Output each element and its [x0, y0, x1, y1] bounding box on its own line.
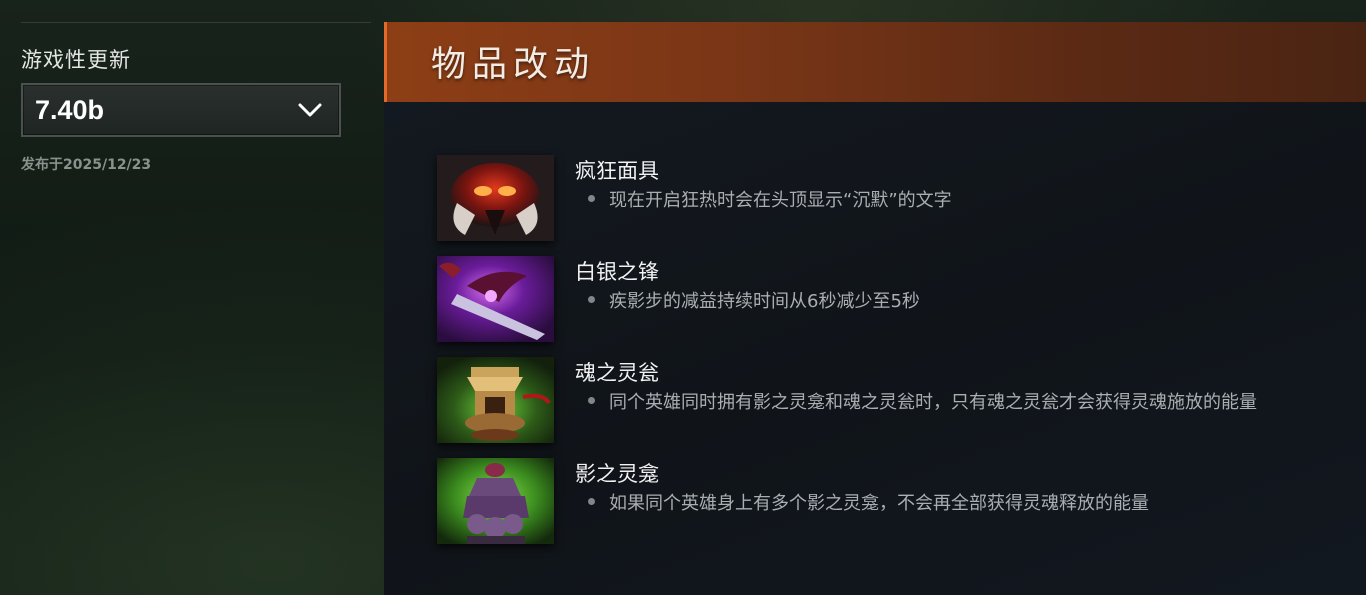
item-list: 疯狂面具 现在开启狂热时会在头顶显示“沉默”的文字 白银之锋 疾影步的减益持续时…: [437, 155, 1357, 559]
bullet-icon: [588, 498, 595, 505]
section-header: 物品改动: [384, 22, 1366, 102]
bullet-icon: [588, 397, 595, 404]
version-dropdown[interactable]: 7.40b: [21, 83, 341, 137]
item-name: 魂之灵瓮: [575, 361, 659, 385]
sidebar-divider: [21, 22, 371, 23]
item-note: 疾影步的减益持续时间从6秒减少至5秒: [609, 291, 920, 312]
mask-of-madness-icon[interactable]: [437, 155, 554, 241]
release-date: 发布于2025/12/23: [21, 157, 152, 173]
sidebar-heading: 游戏性更新: [21, 48, 131, 72]
version-value: 7.40b: [35, 95, 105, 125]
list-item: 白银之锋 疾影步的减益持续时间从6秒减少至5秒: [437, 256, 1357, 357]
bullet-icon: [588, 296, 595, 303]
item-name: 影之灵龛: [575, 462, 659, 486]
urn-of-shadows-icon[interactable]: [437, 458, 554, 544]
silver-edge-icon[interactable]: [437, 256, 554, 342]
item-name: 白银之锋: [575, 260, 659, 284]
item-name: 疯狂面具: [575, 159, 659, 183]
item-note: 同个英雄同时拥有影之灵龛和魂之灵瓮时，只有魂之灵瓮才会获得灵魂施放的能量: [609, 392, 1257, 413]
list-item: 疯狂面具 现在开启狂热时会在头顶显示“沉默”的文字: [437, 155, 1357, 256]
list-item: 魂之灵瓮 同个英雄同时拥有影之灵龛和魂之灵瓮时，只有魂之灵瓮才会获得灵魂施放的能…: [437, 357, 1357, 458]
spirit-vessel-icon[interactable]: [437, 357, 554, 443]
item-note: 如果同个英雄身上有多个影之灵龛，不会再全部获得灵魂释放的能量: [609, 493, 1149, 514]
item-changes-panel: 物品改动 疯狂面具 现在开启狂热时会在头顶显示“沉默”的文字 白银之锋 疾影步的…: [384, 22, 1366, 595]
item-note: 现在开启狂热时会在头顶显示“沉默”的文字: [609, 190, 952, 211]
patch-notes-page: 游戏性更新 7.40b 发布于2025/12/23 物品改动 疯狂面具 现在开启…: [0, 0, 1366, 595]
section-title: 物品改动: [431, 45, 596, 85]
sidebar: 游戏性更新 7.40b 发布于2025/12/23: [0, 0, 384, 595]
chevron-down-icon: [298, 103, 322, 117]
list-item: 影之灵龛 如果同个英雄身上有多个影之灵龛，不会再全部获得灵魂释放的能量: [437, 458, 1357, 559]
bullet-icon: [588, 195, 595, 202]
